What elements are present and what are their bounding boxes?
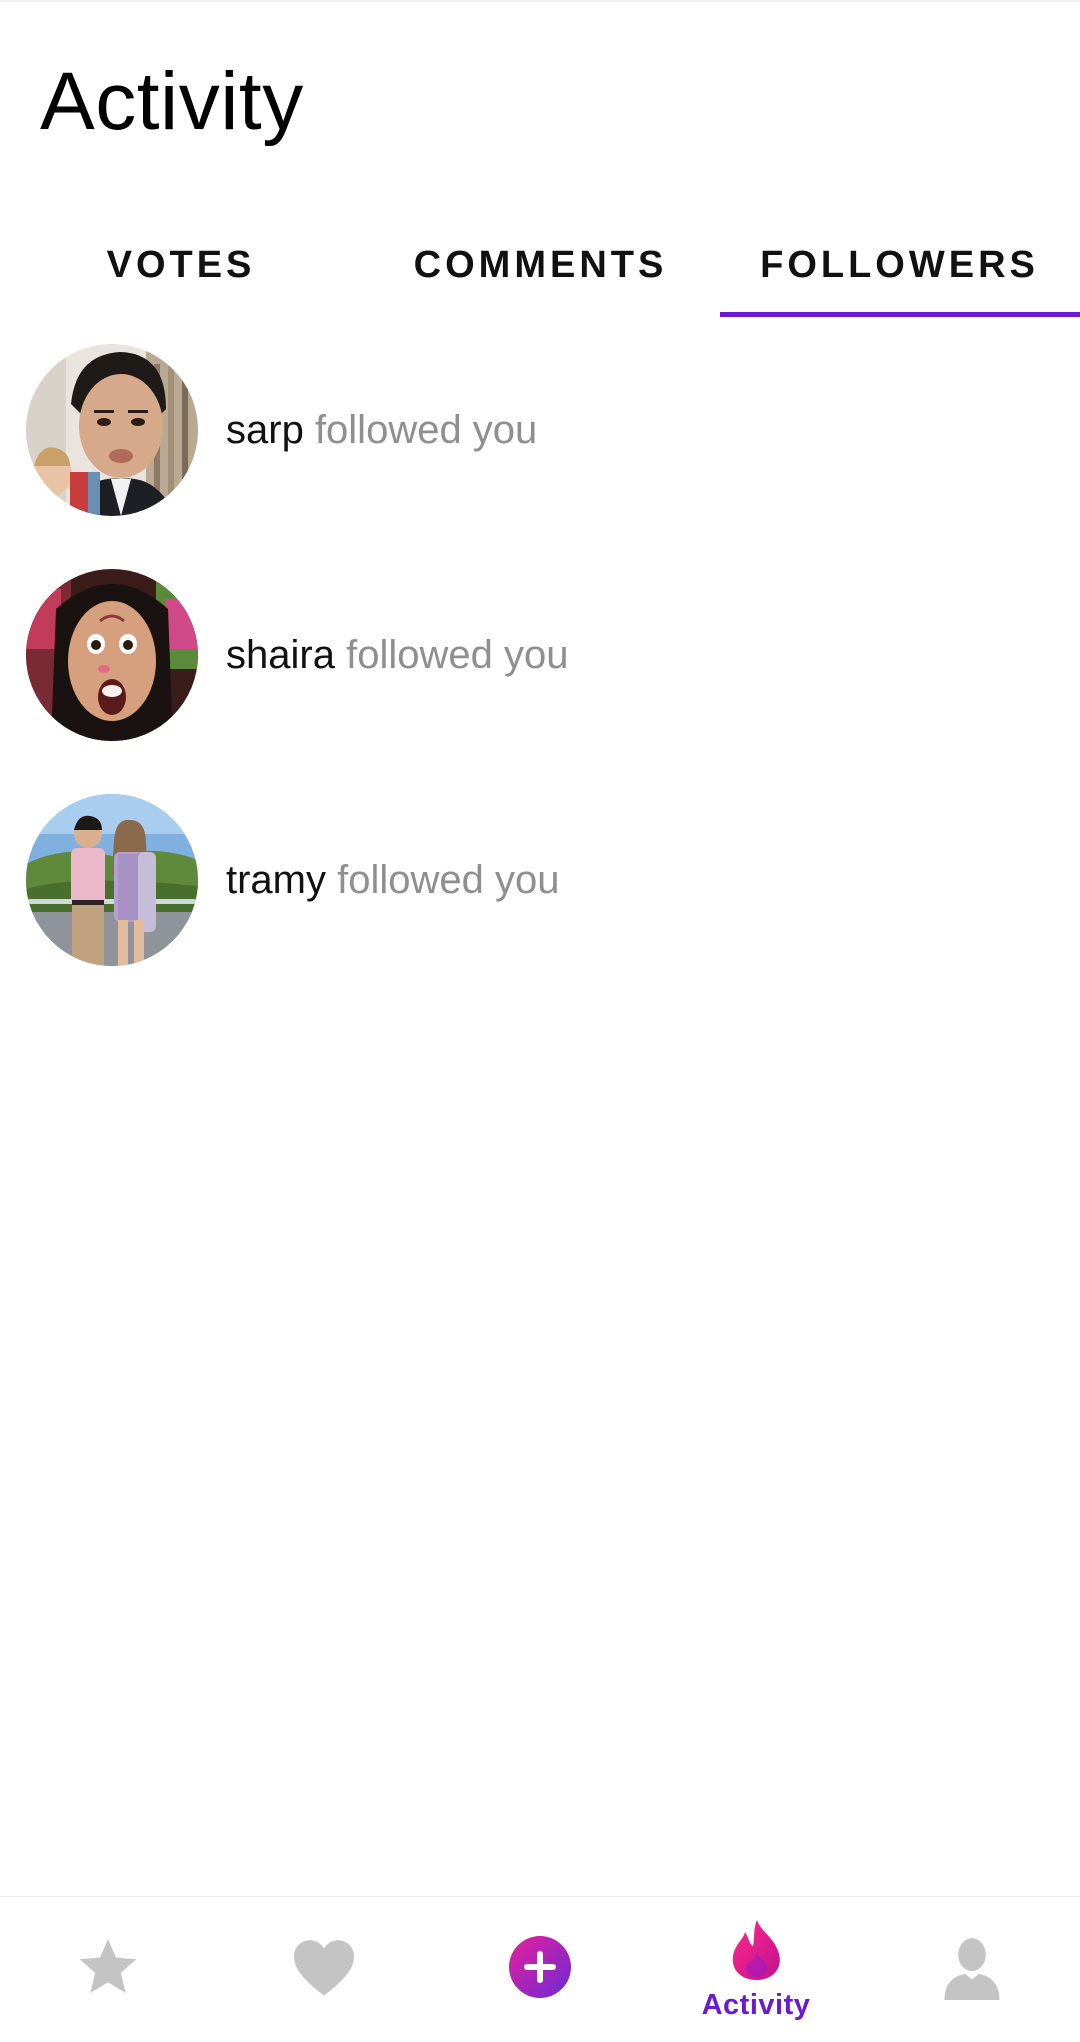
follow-notification-text: shaira followed you <box>226 627 568 683</box>
activity-tabs: VOTES COMMENTS FOLLOWERS <box>0 215 1080 319</box>
notification-action: followed you <box>346 633 569 677</box>
status-divider <box>0 0 1080 2</box>
list-item[interactable]: sarp followed you <box>0 344 1080 569</box>
follow-notification-text: sarp followed you <box>226 402 537 458</box>
profile-icon <box>939 1934 1005 2005</box>
nav-add-post-tab[interactable] <box>432 1897 648 2042</box>
username[interactable]: shaira <box>226 633 335 677</box>
username[interactable]: sarp <box>226 408 304 452</box>
flame-icon <box>727 1918 785 1987</box>
list-item[interactable]: shaira followed you <box>0 569 1080 794</box>
page-title: Activity <box>40 56 304 147</box>
avatar[interactable] <box>26 569 198 741</box>
tab-comments[interactable]: COMMENTS <box>362 215 719 315</box>
avatar[interactable] <box>26 344 198 516</box>
nav-star-tab[interactable] <box>0 1897 216 2042</box>
follow-notification-text: tramy followed you <box>226 852 560 908</box>
notification-action: followed you <box>314 408 538 452</box>
star-icon <box>75 1934 141 2005</box>
add-post-icon <box>508 1935 572 2004</box>
heart-icon <box>291 1937 357 2002</box>
notification-action: followed you <box>337 858 560 902</box>
avatar[interactable] <box>26 794 198 966</box>
followers-list: sarp followed you shaira followed you tr… <box>0 344 1080 1019</box>
tab-votes[interactable]: VOTES <box>0 215 362 315</box>
list-item[interactable]: tramy followed you <box>0 794 1080 1019</box>
selected-tab-indicator <box>720 312 1080 317</box>
nav-activity-tab[interactable]: Activity <box>648 1897 864 2042</box>
username[interactable]: tramy <box>226 858 326 902</box>
nav-profile-tab[interactable] <box>864 1897 1080 2042</box>
tab-followers[interactable]: FOLLOWERS <box>719 215 1080 315</box>
nav-heart-tab[interactable] <box>216 1897 432 2042</box>
bottom-navigation-bar: Activity <box>0 1896 1080 2042</box>
nav-activity-label: Activity <box>701 1988 811 2021</box>
